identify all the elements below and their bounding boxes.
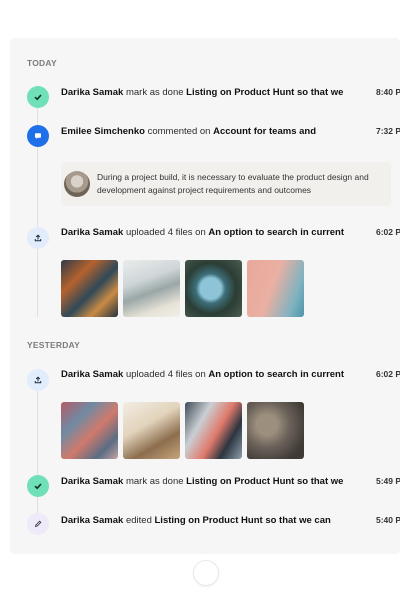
user-name[interactable]: Emilee Simchenko	[61, 126, 145, 137]
action-text: edited	[123, 515, 155, 526]
comment-icon	[27, 125, 49, 147]
task-link[interactable]: An option to search in current	[208, 227, 344, 238]
file-thumbnails	[61, 402, 304, 459]
activity-text: Darika Samak edited Listing on Product H…	[61, 515, 361, 526]
upload-icon	[27, 369, 49, 391]
user-name[interactable]: Darika Samak	[61, 227, 123, 238]
timeline-line	[37, 249, 38, 317]
action-text: mark as done	[123, 476, 187, 487]
file-thumbnail[interactable]	[247, 402, 304, 459]
edit-icon	[27, 513, 49, 535]
user-name[interactable]: Darika Samak	[61, 87, 123, 98]
action-text: uploaded 4 files on	[123, 369, 209, 380]
file-thumbnail[interactable]	[247, 260, 304, 317]
home-button[interactable]	[193, 560, 219, 586]
user-name[interactable]: Darika Samak	[61, 369, 123, 380]
file-thumbnail[interactable]	[185, 402, 242, 459]
file-thumbnail[interactable]	[123, 402, 180, 459]
avatar	[64, 171, 90, 197]
timestamp: 5:40 PM	[376, 515, 400, 525]
check-icon	[27, 86, 49, 108]
timestamp: 6:02 PM	[376, 369, 400, 379]
check-icon	[27, 475, 49, 497]
action-text: commented on	[144, 126, 214, 137]
user-name[interactable]: Darika Samak	[61, 476, 123, 487]
comment-text: During a project build, it is necessary …	[97, 172, 369, 195]
file-thumbnail[interactable]	[61, 402, 118, 459]
file-thumbnail[interactable]	[123, 260, 180, 317]
task-link[interactable]: An option to search in current	[208, 369, 344, 380]
timeline-line	[37, 147, 38, 227]
comment-bubble: During a project build, it is necessary …	[61, 162, 391, 206]
activity-text: Darika Samak mark as done Listing on Pro…	[61, 476, 361, 487]
action-text: mark as done	[123, 87, 187, 98]
timestamp: 7:32 PM	[376, 126, 400, 136]
upload-icon	[27, 227, 49, 249]
timeline-line	[37, 497, 38, 513]
task-link[interactable]: Listing on Product Hunt so that we	[186, 87, 343, 98]
task-link[interactable]: Listing on Product Hunt so that we can	[155, 515, 331, 526]
activity-text: Darika Samak uploaded 4 files on An opti…	[61, 369, 361, 380]
timeline-line	[37, 391, 38, 475]
activity-text: Emilee Simchenko commented on Account fo…	[61, 126, 361, 137]
today-label: TODAY	[27, 58, 57, 68]
yesterday-label: YESTERDAY	[27, 340, 80, 350]
action-text: uploaded 4 files on	[123, 227, 209, 238]
file-thumbnail[interactable]	[185, 260, 242, 317]
user-name[interactable]: Darika Samak	[61, 515, 123, 526]
timestamp: 5:49 PM	[376, 476, 400, 486]
activity-text: Darika Samak uploaded 4 files on An opti…	[61, 227, 361, 238]
task-link[interactable]: Account for teams and	[213, 126, 316, 137]
timestamp: 8:40 PM	[376, 87, 400, 97]
file-thumbnails	[61, 260, 304, 317]
task-link[interactable]: Listing on Product Hunt so that we	[186, 476, 343, 487]
timestamp: 6:02 PM	[376, 227, 400, 237]
file-thumbnail[interactable]	[61, 260, 118, 317]
activity-card: TODAY Darika Samak mark as done Listing …	[10, 38, 400, 554]
activity-text: Darika Samak mark as done Listing on Pro…	[61, 87, 361, 98]
